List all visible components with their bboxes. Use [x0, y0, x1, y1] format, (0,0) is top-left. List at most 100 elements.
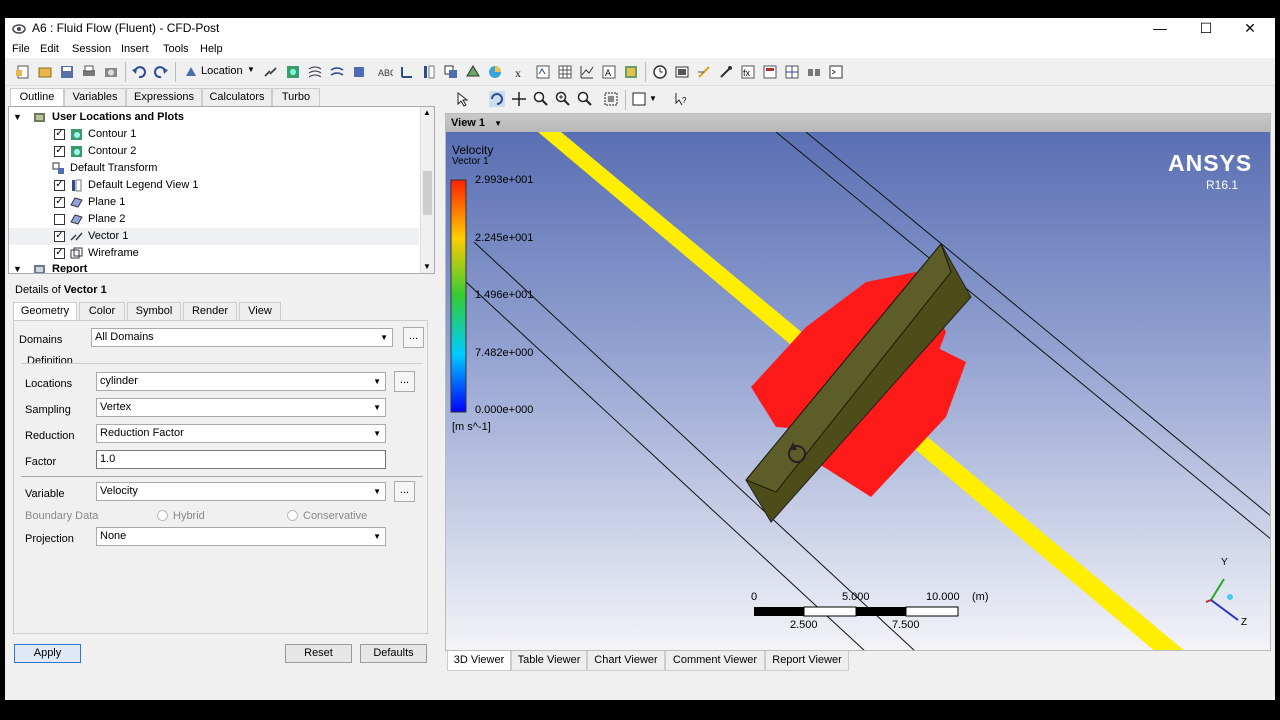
factor-input[interactable]: 1.0 — [96, 450, 386, 469]
tab-view[interactable]: View — [239, 302, 281, 320]
clip-plane-icon[interactable] — [465, 64, 481, 80]
coordinate-frame-icon[interactable] — [399, 64, 415, 80]
view-header[interactable]: View 1 ▼ — [446, 114, 1270, 132]
tree-group-report[interactable]: ▼ Report — [9, 261, 419, 273]
tab-outline[interactable]: Outline — [10, 88, 64, 106]
visibility-checkbox[interactable]: ✓ — [54, 231, 65, 242]
conservative-radio[interactable] — [287, 510, 298, 521]
chart-icon[interactable] — [579, 64, 595, 80]
defaults-button[interactable]: Defaults — [360, 644, 427, 663]
tab-geometry[interactable]: Geometry — [13, 302, 77, 320]
tab-turbo[interactable]: Turbo — [272, 88, 320, 106]
projection-select[interactable]: None ▼ — [96, 527, 386, 546]
animation-icon[interactable] — [674, 64, 690, 80]
mesh-calculator-icon[interactable] — [784, 64, 800, 80]
expression-icon[interactable] — [535, 64, 551, 80]
tab-symbol[interactable]: Symbol — [127, 302, 181, 320]
tree-item-plane-2[interactable]: Plane 2 — [9, 211, 419, 228]
macro-calculator-icon[interactable] — [762, 64, 778, 80]
reset-button[interactable]: Reset — [285, 644, 352, 663]
minimize-button[interactable]: — — [1137, 18, 1183, 40]
select-pointer-icon[interactable] — [455, 91, 471, 107]
locations-select[interactable]: cylinder ▼ — [96, 372, 386, 391]
maximize-button[interactable]: ☐ — [1183, 18, 1229, 40]
visibility-checkbox[interactable]: ✓ — [54, 248, 65, 259]
tab-comment-viewer[interactable]: Comment Viewer — [665, 651, 765, 671]
tree-group-user-locations[interactable]: ▼ User Locations and Plots — [9, 109, 419, 126]
scene[interactable]: Velocity Vector 1 2.993e+001 2.245e+001 … — [446, 132, 1270, 650]
tab-variables[interactable]: Variables — [64, 88, 126, 106]
tab-render[interactable]: Render — [183, 302, 237, 320]
tree-item-vector-1[interactable]: ✓ Vector 1 — [9, 228, 419, 245]
tree-item-plane-1[interactable]: ✓ Plane 1 — [9, 194, 419, 211]
variable-browse-button[interactable]: ... — [394, 481, 415, 502]
figure-icon[interactable] — [623, 64, 639, 80]
tree-item-default-legend[interactable]: ✓ Default Legend View 1 — [9, 177, 419, 194]
visibility-checkbox[interactable]: ✓ — [54, 129, 65, 140]
comment-icon[interactable]: A — [601, 64, 617, 80]
contour-icon[interactable] — [285, 64, 301, 80]
menu-insert[interactable]: Insert — [121, 43, 149, 55]
new-file-icon[interactable] — [15, 64, 31, 80]
hybrid-radio[interactable] — [157, 510, 168, 521]
collapse-icon[interactable]: ▼ — [13, 261, 22, 273]
location-dropdown[interactable]: Location ▼ — [181, 63, 257, 81]
reduction-select[interactable]: Reduction Factor ▼ — [96, 424, 386, 443]
case-comparison-icon[interactable] — [806, 64, 822, 80]
scroll-down-icon[interactable]: ▼ — [423, 262, 431, 271]
function-calculator-icon[interactable]: fx — [740, 64, 756, 80]
menu-file[interactable]: File — [12, 43, 30, 55]
tab-color[interactable]: Color — [79, 302, 125, 320]
redo-icon[interactable] — [153, 64, 169, 80]
3d-viewport[interactable]: View 1 ▼ Velocity Vector 1 2.993e+001 2.… — [445, 113, 1271, 651]
tab-report-viewer[interactable]: Report Viewer — [765, 651, 849, 671]
instance-transform-icon[interactable] — [443, 64, 459, 80]
streamline-icon[interactable] — [307, 64, 323, 80]
tab-table-viewer[interactable]: Table Viewer — [511, 651, 587, 671]
volume-rendering-icon[interactable] — [351, 64, 367, 80]
tree-item-default-transform[interactable]: Default Transform — [9, 160, 419, 177]
tree-item-contour-1[interactable]: ✓ Contour 1 — [9, 126, 419, 143]
table-icon[interactable] — [557, 64, 573, 80]
screenshot-icon[interactable] — [103, 64, 119, 80]
menu-session[interactable]: Session — [72, 43, 111, 55]
quick-editor-icon[interactable] — [696, 64, 712, 80]
undo-icon[interactable] — [131, 64, 147, 80]
menu-edit[interactable]: Edit — [40, 43, 59, 55]
timestep-icon[interactable] — [652, 64, 668, 80]
color-map-icon[interactable] — [487, 64, 503, 80]
tree-scrollbar[interactable]: ▲ ▼ — [420, 107, 434, 273]
chevron-down-icon[interactable]: ▼ — [649, 94, 657, 103]
close-button[interactable]: ✕ — [1227, 18, 1273, 40]
scroll-up-icon[interactable]: ▲ — [423, 108, 431, 117]
zoom-box-icon[interactable] — [555, 91, 571, 107]
zoom-icon[interactable] — [533, 91, 549, 107]
particle-track-icon[interactable] — [329, 64, 345, 80]
zoom-fit-icon[interactable] — [577, 91, 593, 107]
fit-view-icon[interactable] — [603, 91, 619, 107]
tree-item-wireframe[interactable]: ✓ Wireframe — [9, 245, 419, 262]
visibility-checkbox[interactable]: ✓ — [54, 180, 65, 191]
domains-select[interactable]: All Domains ▼ — [91, 328, 393, 347]
menu-help[interactable]: Help — [200, 43, 223, 55]
domains-browse-button[interactable]: ... — [403, 327, 424, 348]
visibility-checkbox[interactable] — [54, 214, 65, 225]
help-pointer-icon[interactable]: ? — [673, 91, 689, 107]
visibility-checkbox[interactable]: ✓ — [54, 197, 65, 208]
tree-item-contour-2[interactable]: ✓ Contour 2 — [9, 143, 419, 160]
sampling-select[interactable]: Vertex ▼ — [96, 398, 386, 417]
text-icon[interactable]: ABC — [377, 64, 393, 80]
apply-button[interactable]: Apply — [14, 644, 81, 663]
viewport-layout-icon[interactable] — [631, 91, 647, 107]
rotate-icon[interactable] — [489, 91, 505, 107]
visibility-checkbox[interactable]: ✓ — [54, 146, 65, 157]
scroll-thumb[interactable] — [423, 171, 432, 215]
tab-chart-viewer[interactable]: Chart Viewer — [587, 651, 665, 671]
tab-calculators[interactable]: Calculators — [202, 88, 272, 106]
tab-3d-viewer[interactable]: 3D Viewer — [447, 651, 511, 671]
pan-icon[interactable] — [511, 91, 527, 107]
tab-expressions[interactable]: Expressions — [126, 88, 202, 106]
open-file-icon[interactable] — [37, 64, 53, 80]
variable-select[interactable]: Velocity ▼ — [96, 482, 386, 501]
menu-tools[interactable]: Tools — [163, 43, 189, 55]
